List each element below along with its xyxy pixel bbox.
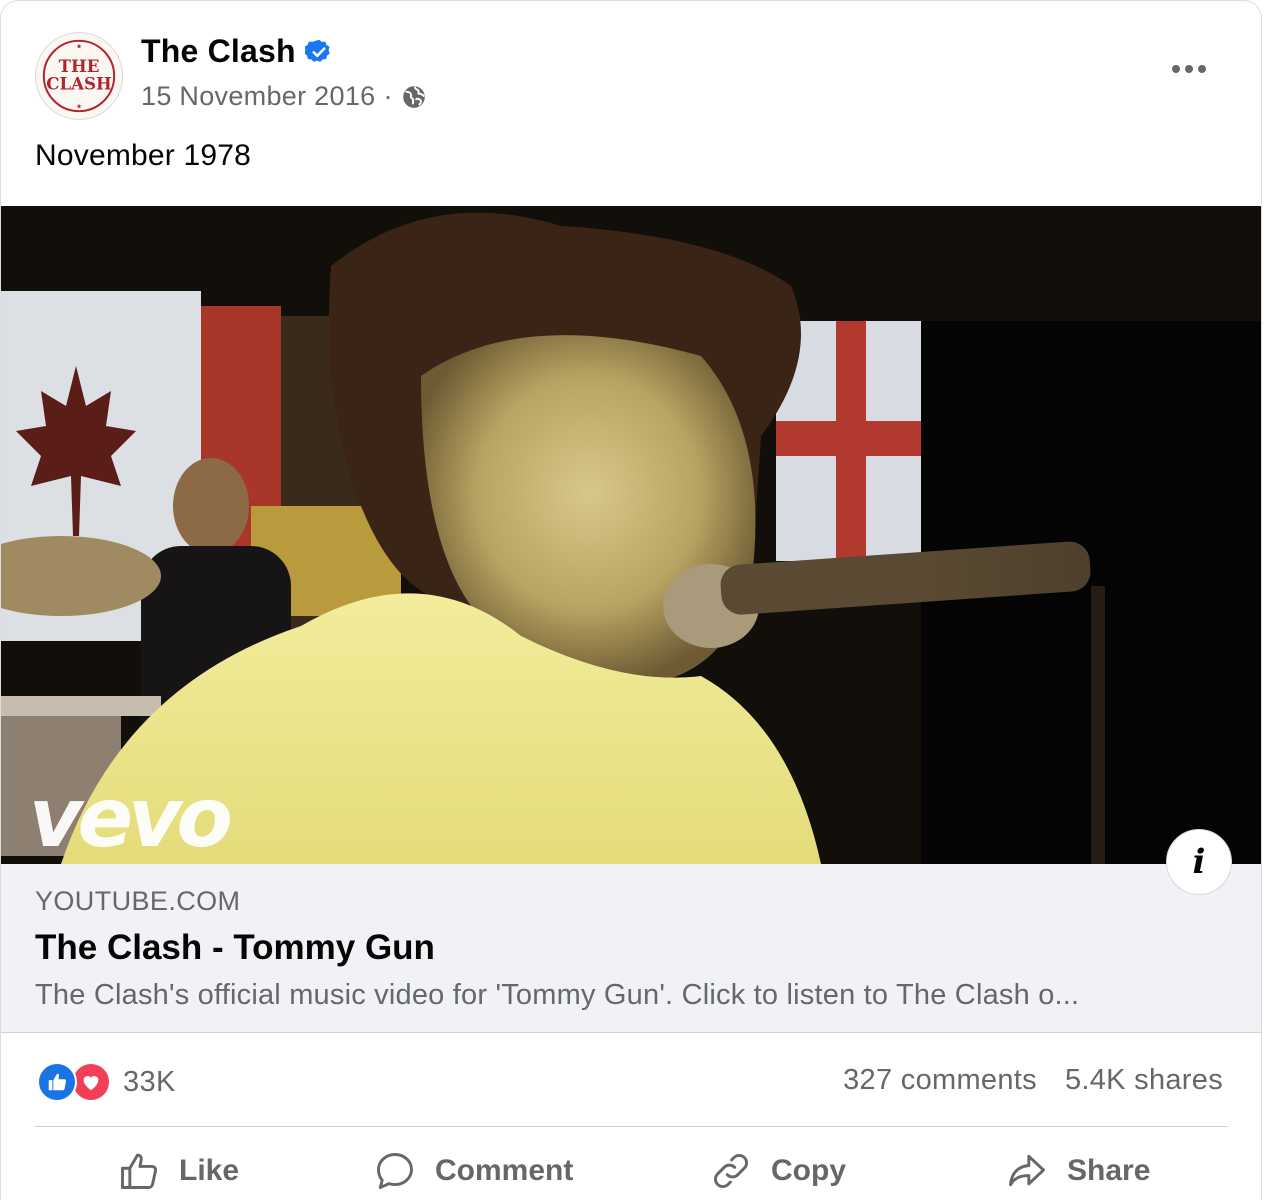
like-label: Like	[179, 1154, 240, 1187]
copy-link-button[interactable]: Copy	[709, 1149, 846, 1193]
link-preview[interactable]: YOUTUBE.COM The Clash - Tommy Gun The Cl…	[1, 864, 1261, 1033]
page-name[interactable]: The Clash	[141, 33, 296, 70]
post-text: November 1978	[35, 139, 252, 172]
link-description: The Clash's official music video for 'To…	[35, 979, 1080, 1011]
the-clash-logo: ★ THE CLASH ★	[42, 39, 116, 113]
video-frame-image	[1, 206, 1261, 864]
love-reaction-icon	[71, 1062, 111, 1102]
svg-text:CLASH: CLASH	[46, 74, 111, 94]
vevo-watermark: vevo	[29, 771, 233, 864]
more-dot	[1198, 65, 1206, 73]
copy-label: Copy	[771, 1154, 846, 1187]
verified-badge-icon	[305, 39, 330, 62]
like-button[interactable]: Like	[117, 1149, 239, 1193]
link-icon	[714, 1154, 748, 1188]
comment-icon	[377, 1153, 413, 1189]
heart-icon	[83, 1076, 99, 1091]
thumbs-up-outline-icon	[121, 1153, 158, 1189]
info-button[interactable]: i	[1166, 829, 1232, 895]
actions-divider	[35, 1126, 1228, 1127]
more-dot	[1172, 65, 1180, 73]
svg-text:★: ★	[76, 102, 82, 110]
like-reaction-icon	[37, 1062, 77, 1102]
info-icon: i	[1192, 842, 1206, 882]
more-dot	[1185, 65, 1193, 73]
page-avatar[interactable]: ★ THE CLASH ★	[35, 32, 123, 120]
link-title[interactable]: The Clash - Tommy Gun	[35, 928, 435, 968]
globe-icon	[402, 85, 425, 108]
post-meta: 15 November 2016 ·	[141, 81, 427, 112]
shares-count[interactable]: 5.4K shares	[1065, 1064, 1223, 1097]
more-options-button[interactable]	[1167, 55, 1211, 83]
post-date[interactable]: 15 November 2016	[141, 81, 375, 112]
svg-text:★: ★	[76, 43, 82, 51]
comment-button[interactable]: Comment	[373, 1149, 573, 1193]
meta-separator: ·	[383, 81, 393, 111]
share-arrow-icon	[1009, 1154, 1045, 1187]
share-label: Share	[1067, 1154, 1151, 1187]
video-thumbnail[interactable]: vevo	[1, 206, 1261, 864]
link-domain: YOUTUBE.COM	[35, 886, 241, 916]
thumbs-up-icon	[48, 1073, 67, 1091]
share-button[interactable]: Share	[1005, 1149, 1150, 1193]
reactions-count: 33K	[123, 1065, 176, 1098]
comments-count[interactable]: 327 comments	[843, 1064, 1037, 1097]
comment-label: Comment	[435, 1154, 574, 1187]
engagement-stats: 327 comments 5.4K shares	[843, 1064, 1223, 1097]
reactions-summary[interactable]: 33K	[37, 1062, 176, 1102]
post-card: ★ THE CLASH ★ The Clash 15 November 2016…	[0, 0, 1262, 1200]
